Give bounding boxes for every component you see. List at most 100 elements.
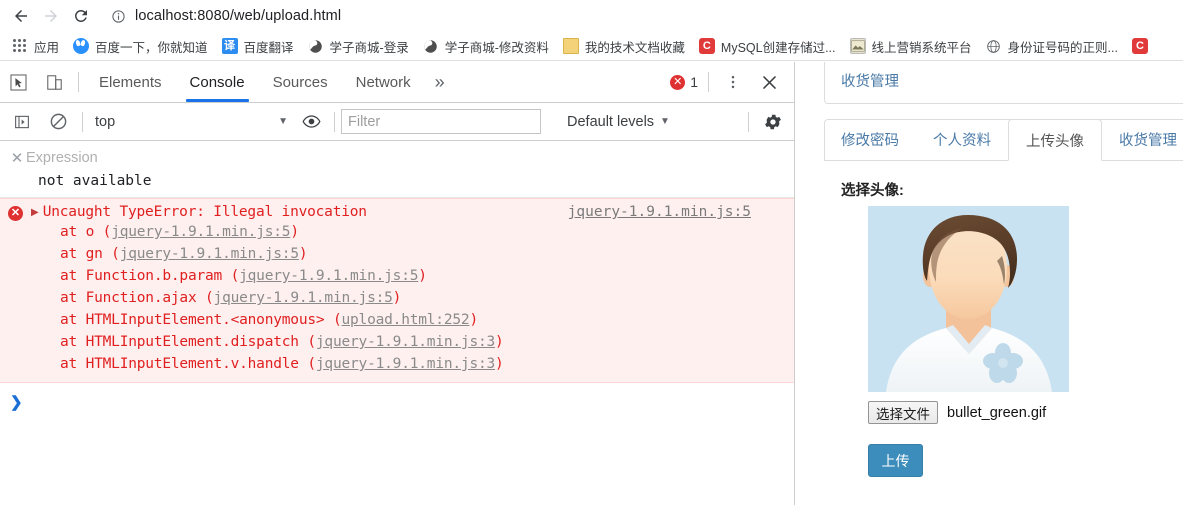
console-sidebar-icon[interactable] <box>4 104 40 140</box>
stack-frame: at Function.ajax (jquery-1.9.1.min.js:5) <box>0 287 794 309</box>
live-expression-eye-icon[interactable] <box>294 107 328 137</box>
info-circle-icon[interactable] <box>110 8 127 25</box>
bookmark-tech-docs[interactable]: 我的技术文档收藏 <box>557 34 691 58</box>
bookmark-xuezi-login[interactable]: 学子商城-登录 <box>302 34 415 58</box>
bookmark-overflow-partial[interactable]: C <box>1126 34 1160 58</box>
globe-outline-icon <box>986 38 1002 54</box>
tab-personal-info[interactable]: 个人资料 <box>916 119 1008 160</box>
panel-link-shipping-management[interactable]: 收货管理 <box>841 70 899 91</box>
error-count-indicator[interactable]: ✕ 1 <box>670 74 698 90</box>
stack-frame-text: at Function.b.param ( <box>60 268 240 284</box>
back-button[interactable] <box>6 1 36 31</box>
stack-frame-link[interactable]: jquery-1.9.1.min.js:5 <box>111 224 290 240</box>
console-filter-input[interactable] <box>341 109 541 134</box>
stack-frame-suffix: ) <box>469 312 478 328</box>
filterbar-divider <box>334 111 335 132</box>
kebab-menu-icon[interactable] <box>715 64 751 100</box>
chevron-down-icon: ▼ <box>660 116 670 127</box>
upload-submit-button[interactable]: 上传 <box>868 444 923 477</box>
tab-label: Console <box>189 73 245 91</box>
tab-label: 收货管理 <box>1119 133 1177 149</box>
stack-frame-suffix: ) <box>495 334 504 350</box>
baidu-fanyi-icon: 译 <box>221 38 238 54</box>
console-error-entry[interactable]: ✕ ▶ Uncaught TypeError: Illegal invocati… <box>0 198 794 383</box>
top-partial-panel: 收货管理 <box>824 62 1183 104</box>
folder-icon <box>562 38 579 54</box>
close-icon[interactable] <box>751 64 787 100</box>
devtools-tabbar: Elements Console Sources Network » ✕ 1 <box>0 62 794 103</box>
choose-file-button[interactable]: 选择文件 <box>868 401 938 424</box>
apps-grid-icon <box>12 38 28 54</box>
stack-frame-link[interactable]: upload.html:252 <box>341 312 469 328</box>
stack-frame-link[interactable]: jquery-1.9.1.min.js:3 <box>316 334 495 350</box>
forward-button[interactable] <box>36 1 66 31</box>
devtools-panel: Elements Console Sources Network » ✕ 1 t… <box>0 62 795 505</box>
bookmark-label: 应用 <box>34 40 60 55</box>
file-input-row[interactable]: 选择文件 bullet_green.gif <box>868 401 1046 424</box>
bookmark-apps[interactable]: 应用 <box>6 34 65 58</box>
tab-console[interactable]: Console <box>176 62 259 102</box>
log-levels-dropdown[interactable]: Default levels ▼ <box>567 114 670 130</box>
csdn-icon: C <box>698 38 715 54</box>
stack-frame: at gn (jquery-1.9.1.min.js:5) <box>0 243 794 265</box>
profile-tab-row: 修改密码 个人资料 上传头像 收货管理 <box>824 119 1183 161</box>
execution-context-value: top <box>95 113 116 130</box>
stack-frame-link[interactable]: jquery-1.9.1.min.js:5 <box>239 268 418 284</box>
expand-triangle-icon[interactable]: ▶ <box>31 207 39 218</box>
bookmark-baidu-search[interactable]: 百度一下，你就知道 <box>67 34 214 58</box>
avatar-field-label: 选择头像: <box>841 183 904 199</box>
address-bar[interactable]: localhost:8080/web/upload.html <box>102 3 1177 29</box>
bookmark-label: 百度一下，你就知道 <box>95 40 208 55</box>
bookmark-xuezi-profile[interactable]: 学子商城-修改资料 <box>417 34 555 58</box>
log-levels-label: Default levels <box>567 113 655 130</box>
tab-network[interactable]: Network <box>342 62 425 102</box>
bookmark-label: MySQL创建存储过... <box>720 40 836 55</box>
bookmark-label: 百度翻译 <box>243 40 294 55</box>
more-tabs-chevron-icon[interactable]: » <box>425 62 455 102</box>
selected-file-name: bullet_green.gif <box>947 404 1047 421</box>
error-message: Uncaught TypeError: Illegal invocation <box>42 204 367 220</box>
toolbar-divider <box>78 72 79 92</box>
reload-button[interactable] <box>66 1 96 31</box>
console-prompt[interactable]: ❯ <box>0 389 794 415</box>
baidu-paw-icon <box>73 38 90 54</box>
tab-label: 上传头像 <box>1026 133 1084 150</box>
browser-chrome: localhost:8080/web/upload.html 应用 百度一下，你… <box>0 0 1183 62</box>
tab-sources[interactable]: Sources <box>259 62 342 102</box>
inspect-cursor-icon[interactable] <box>0 64 36 100</box>
csdn-icon: C <box>1131 38 1148 54</box>
live-expression-placeholder[interactable]: Expression <box>26 150 98 166</box>
stack-frame: at o (jquery-1.9.1.min.js:5) <box>0 221 794 243</box>
avatar-preview <box>868 206 1069 392</box>
tab-upload-avatar[interactable]: 上传头像 <box>1008 119 1102 161</box>
error-source-link[interactable]: jquery-1.9.1.min.js:5 <box>568 204 751 220</box>
clear-console-icon[interactable] <box>40 104 76 140</box>
filterbar-divider <box>82 111 83 132</box>
tab-shipping-management[interactable]: 收货管理 <box>1102 119 1183 160</box>
browser-navigation-bar: localhost:8080/web/upload.html <box>0 0 1183 32</box>
gear-icon[interactable] <box>755 107 791 137</box>
console-output[interactable]: ✕ Expression not available ✕ ▶ Uncaught … <box>0 141 794 505</box>
live-expression-row: ✕ Expression not available <box>0 141 794 198</box>
stack-frame-suffix: ) <box>392 290 402 306</box>
bookmark-baidu-fanyi[interactable]: 译 百度翻译 <box>216 34 300 58</box>
live-expression-header: ✕ Expression <box>0 147 794 169</box>
stack-frame: at HTMLInputElement.dispatch (jquery-1.9… <box>0 331 794 353</box>
bookmark-mysql-procedure[interactable]: C MySQL创建存储过... <box>693 34 842 58</box>
bookmark-label: 身份证号码的正则... <box>1007 40 1118 55</box>
tab-label: Sources <box>272 73 328 91</box>
bookmark-label: 我的技术文档收藏 <box>584 40 685 55</box>
profile-tabs-container: 修改密码 个人资料 上传头像 收货管理 <box>824 119 1183 161</box>
error-count-value: 1 <box>690 74 698 90</box>
tab-elements[interactable]: Elements <box>85 62 176 102</box>
execution-context-select[interactable]: top ▼ <box>89 110 294 134</box>
close-icon[interactable]: ✕ <box>8 149 26 167</box>
device-toolbar-icon[interactable] <box>36 64 72 100</box>
stack-frame-link[interactable]: jquery-1.9.1.min.js:5 <box>214 290 393 306</box>
stack-frame-link[interactable]: jquery-1.9.1.min.js:3 <box>316 356 495 372</box>
bookmark-id-regex[interactable]: 身份证号码的正则... <box>980 34 1124 58</box>
tab-change-password[interactable]: 修改密码 <box>824 119 916 160</box>
error-header-row: ✕ ▶ Uncaught TypeError: Illegal invocati… <box>0 204 794 221</box>
stack-frame-link[interactable]: jquery-1.9.1.min.js:5 <box>120 246 299 262</box>
bookmark-marketing-platform[interactable]: 线上营销系统平台 <box>844 34 978 58</box>
